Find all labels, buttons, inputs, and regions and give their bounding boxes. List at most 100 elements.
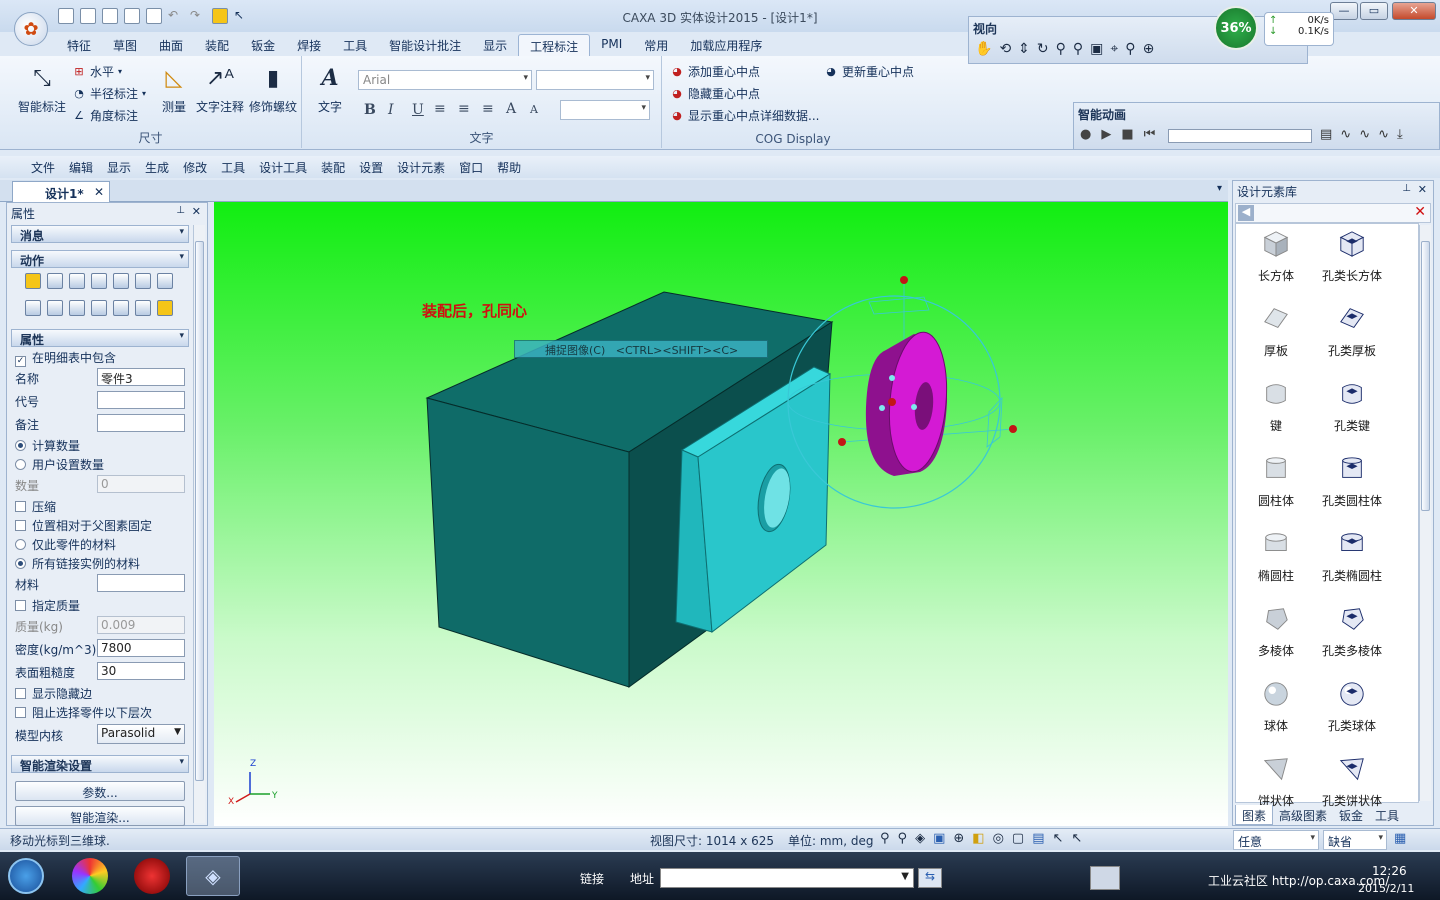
keyframe-icon[interactable]: ⤓ [1397, 127, 1403, 142]
underline-button[interactable]: U [412, 102, 424, 118]
save-action-icon[interactable] [47, 300, 63, 316]
tab-assembly[interactable]: 装配 [194, 34, 240, 56]
open-action-icon[interactable] [25, 300, 41, 316]
go-arrow-icon[interactable]: ⇆ [918, 868, 942, 888]
threed-ball-action-icon[interactable] [25, 273, 41, 289]
3d-viewport[interactable]: Z Y X 装配后，孔同心 捕捉图像(C) <CTRL><SHIFT><C> [214, 202, 1228, 826]
section-properties[interactable]: 属性 [11, 329, 189, 347]
formula-action-icon[interactable] [69, 300, 85, 316]
text-button[interactable]: A 文字 [312, 62, 348, 115]
library-item-cube[interactable]: 长方体 [1236, 230, 1316, 284]
path-icon[interactable]: ∿ [1340, 127, 1351, 142]
media-player-icon[interactable] [134, 858, 170, 894]
ball-point-1[interactable] [889, 375, 895, 381]
layer-icon[interactable]: ▤ [1032, 831, 1044, 846]
menu-file[interactable]: 文件 [24, 156, 62, 178]
back-arrow-icon[interactable]: ◀ [1238, 205, 1254, 221]
horizontal-dim-button[interactable]: ⊞ 水平 ▾ [72, 63, 122, 80]
angle-dim-button[interactable]: ∠ 角度标注 [72, 107, 138, 124]
target-icon[interactable]: ⌖ [1110, 41, 1118, 57]
section-icon[interactable]: ▢ [1012, 831, 1024, 846]
curve-icon[interactable]: ∿ [1378, 127, 1389, 142]
menu-design-tools[interactable]: 设计工具 [252, 156, 314, 178]
mate-action-icon[interactable] [113, 300, 129, 316]
edit-action-icon[interactable] [135, 273, 151, 289]
user-qty-radio[interactable]: 用户设置数量 [15, 456, 104, 473]
menu-generate[interactable]: 生成 [138, 156, 176, 178]
tab-smart-annotation[interactable]: 智能设计批注 [378, 34, 472, 56]
zoom-window-icon[interactable]: ⚲ [1073, 41, 1083, 57]
scene-svg[interactable]: Z Y X [214, 202, 1228, 826]
add-cog-button[interactable]: ◕ 添加重心中点 [670, 63, 760, 80]
caxa-taskbar-icon[interactable]: ◈ [186, 856, 240, 896]
measure-button[interactable]: ◺ 测量 [156, 62, 192, 115]
ball-handle-right[interactable] [1009, 425, 1017, 433]
tab-common[interactable]: 常用 [633, 34, 679, 56]
radius-dim-button[interactable]: ◔ 半径标注 ▾ [72, 85, 146, 102]
menu-modify[interactable]: 修改 [176, 156, 214, 178]
default-select[interactable]: 缺省 [1323, 830, 1387, 850]
address-input[interactable]: ▼ [660, 868, 914, 888]
include-detail-checkbox[interactable]: ✓ 在明细表中包含 [15, 349, 116, 367]
pin-icon[interactable]: ⊥ [176, 205, 185, 216]
layers-action-icon[interactable] [91, 273, 107, 289]
params-button[interactable]: 参数... [15, 781, 185, 801]
only-material-radio[interactable]: 仅此零件的材料 [15, 536, 116, 553]
close-tab-icon[interactable]: ✕ [94, 185, 104, 199]
tab-sheetmetal[interactable]: 钣金 [240, 34, 286, 56]
section-message[interactable]: 消息 [11, 225, 189, 243]
tab-advanced-primitives[interactable]: 高级图素 [1273, 805, 1333, 825]
link-action-icon[interactable] [91, 300, 107, 316]
kernel-select[interactable]: Parasolid ▼ [97, 724, 185, 744]
display-mode-icon[interactable]: ◎ [993, 831, 1004, 846]
library-item-prism[interactable]: 多棱体 [1236, 605, 1316, 659]
close-button[interactable]: ✕ [1392, 2, 1436, 20]
pan-hand-icon[interactable]: ✋ [975, 41, 992, 57]
shape-action-icon[interactable] [113, 273, 129, 289]
library-scrollbar[interactable] [1419, 225, 1431, 801]
filter-select[interactable]: 任意 [1233, 830, 1319, 850]
zoom-icon[interactable]: ⚲ [1056, 41, 1066, 57]
show-cog-detail-button[interactable]: ◕ 显示重心中点详细数据... [670, 107, 819, 124]
smart-render-button[interactable]: 智能渲染... [15, 806, 185, 826]
section-render-settings[interactable]: 智能渲染设置 [11, 755, 189, 773]
tab-surface[interactable]: 曲面 [148, 34, 194, 56]
orbit-icon[interactable]: ⇕ [1018, 41, 1030, 57]
ball-center[interactable] [888, 398, 896, 406]
compress-checkbox[interactable]: 压缩 [15, 498, 56, 515]
code-field[interactable] [97, 391, 185, 409]
show-hidden-checkbox[interactable]: 显示隐藏边 [15, 685, 92, 702]
library-item-cylinder[interactable]: 圆柱体 [1236, 455, 1316, 509]
start-button[interactable] [8, 858, 44, 894]
block-select-checkbox[interactable]: 阻止选择零件以下层次 [15, 704, 152, 721]
menu-edit[interactable]: 编辑 [62, 156, 100, 178]
select-arrow-icon[interactable]: ↖ [1053, 831, 1064, 846]
tab-primitives[interactable]: 图素 [1235, 805, 1274, 825]
menu-view[interactable]: 显示 [100, 156, 138, 178]
animation-slider[interactable] [1168, 129, 1312, 143]
library-item-pie[interactable]: 饼状体 [1236, 755, 1316, 809]
grid-settings-icon[interactable]: ▦ [1394, 831, 1406, 846]
copy-action-icon[interactable] [157, 300, 173, 316]
zoom-window-status-icon[interactable]: ⚲ [898, 831, 908, 846]
library-item-plate[interactable]: 厚板 [1236, 305, 1316, 359]
font-size-select[interactable] [536, 70, 654, 90]
stop-icon[interactable]: ■ [1121, 127, 1133, 142]
app-logo-icon[interactable]: ✿ [14, 12, 48, 46]
menu-assembly[interactable]: 装配 [314, 156, 352, 178]
menu-design-elements[interactable]: 设计元素 [390, 156, 452, 178]
pointer-icon[interactable]: ↖ [1071, 831, 1082, 846]
tab-engineering-annotation[interactable]: 工程标注 [518, 34, 591, 56]
thread-button[interactable]: ▮ 修饰螺纹 [246, 62, 300, 115]
rewind-icon[interactable]: ⏮ [1144, 127, 1156, 142]
zoom-status-icon[interactable]: ⚲ [880, 831, 890, 846]
material-field[interactable] [97, 574, 185, 592]
library-item-pie-hole[interactable]: 孔类饼状体 [1312, 755, 1392, 809]
play-icon[interactable]: ▶ [1101, 127, 1111, 142]
ball-point-3[interactable] [911, 404, 917, 410]
shading-icon[interactable]: ◧ [972, 831, 984, 846]
mass-spec-checkbox[interactable]: 指定质量 [15, 597, 80, 614]
tab-feature[interactable]: 特征 [56, 34, 102, 56]
rotate-icon[interactable]: ⟲ [999, 41, 1011, 57]
menu-tools[interactable]: 工具 [214, 156, 252, 178]
